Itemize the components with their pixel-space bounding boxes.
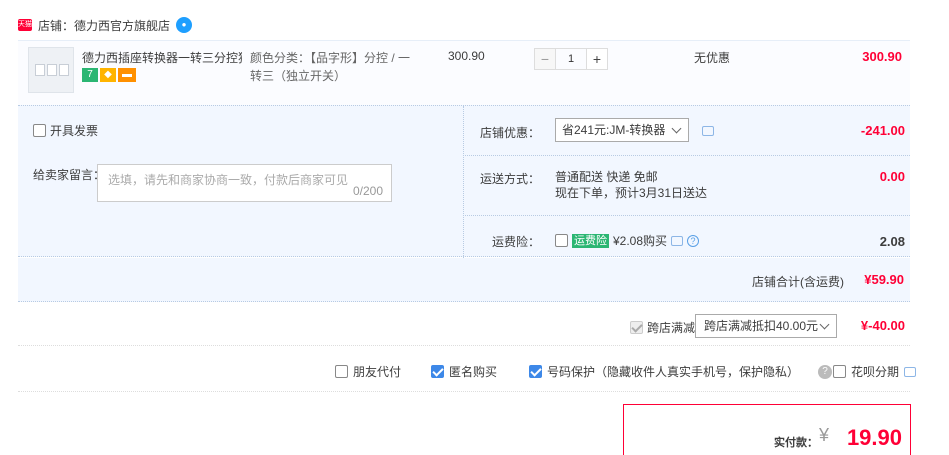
decrease-quantity-button[interactable]: − <box>534 48 556 70</box>
shipping-row: 运送方式： 普通配送 快递 免邮 现在下单，预计3月31日送达 0.00 <box>465 156 910 216</box>
shop-coupon-value: -241.00 <box>860 123 905 138</box>
message-placeholder: 选填，请先和商家协商一致，付款后商家可见 <box>108 173 349 187</box>
right-pane: 店铺优惠： 省241元:JM-转换器 -241.00 运送方式： 普通配送 快递… <box>465 106 910 258</box>
credit-card-icon: ▬ <box>118 68 136 82</box>
huabei-label: 花呗分期 <box>851 365 900 379</box>
sku-info: 颜色分类：【品字形】分控 / 一转三（独立开关） <box>250 51 411 83</box>
chevron-down-icon <box>671 123 682 134</box>
shop-total-label: 店铺合计(含运费) <box>752 275 844 289</box>
shipping-value: 0.00 <box>879 169 905 184</box>
shipping-info: 普通配送 快递 免邮 现在下单，预计3月31日送达 <box>555 169 707 201</box>
help-icon[interactable]: ? <box>818 364 833 379</box>
message-counter: 0/200 <box>352 184 383 198</box>
anonymous-checkbox[interactable] <box>431 365 444 378</box>
friend-pay-label: 朋友代付 <box>353 365 402 379</box>
number-protect-checkbox[interactable] <box>529 365 542 378</box>
payment-amount: 19.90 <box>846 425 902 450</box>
friend-pay-checkbox[interactable] <box>335 365 348 378</box>
invoice-checkbox[interactable] <box>33 124 46 137</box>
cross-store-discount-row: 跨店满减 跨店满减抵扣40.00元 ¥-40.00 <box>18 308 910 346</box>
shop-coupon-select[interactable]: 省241元:JM-转换器 <box>555 118 689 142</box>
seven-day-return-icon: 7 <box>82 68 98 82</box>
delivery-estimate: 现在下单，预计3月31日送达 <box>555 186 708 200</box>
number-protect-option[interactable]: 号码保护（隐藏收件人真实手机号，保护隐私） ? <box>529 363 833 380</box>
chat-icon[interactable] <box>671 235 684 246</box>
chat-icon[interactable] <box>904 366 917 377</box>
payment-label: 实付款： <box>774 437 818 449</box>
insurance-label: 运费险： <box>491 235 540 249</box>
shop-header: 天猫 店铺：德力西官方旗舰店 ● <box>18 14 193 36</box>
friend-pay-option[interactable]: 朋友代付 <box>335 363 401 380</box>
shop-name[interactable]: 店铺：德力西官方旗舰店 <box>38 17 170 34</box>
cross-store-label: 跨店满减 <box>647 321 696 335</box>
chevron-down-icon <box>819 319 830 330</box>
quantity-input[interactable]: 1 <box>556 48 586 70</box>
cross-store-selected: 跨店满减抵扣40.00元 <box>704 319 819 333</box>
insurance-value: 2.08 <box>879 234 905 249</box>
tmall-logo: 天猫 <box>18 19 32 31</box>
cross-store-select[interactable]: 跨店满减抵扣40.00元 <box>695 314 837 338</box>
cross-store-value: ¥-40.00 <box>860 318 905 333</box>
increase-quantity-button[interactable]: + <box>586 48 608 70</box>
order-options-row: 朋友代付 匿名购买 号码保护（隐藏收件人真实手机号，保护隐私） ? 花呗分期 <box>18 350 917 392</box>
shop-coupon-selected: 省241元:JM-转换器 <box>562 123 666 137</box>
insurance-badge: 运费险 <box>572 233 609 248</box>
question-icon[interactable]: ? <box>687 234 700 247</box>
number-protect-label: 号码保护（隐藏收件人真实手机号，保护隐私） <box>547 365 800 379</box>
insurance-price: ¥2.08购买 <box>613 234 668 248</box>
shop-total-row: 店铺合计(含运费) ¥59.90 <box>18 258 910 302</box>
payment-summary: 实付款： ¥ 19.90 <box>623 404 911 455</box>
insurance-option[interactable]: 运费险 ¥2.08购买 ? <box>555 232 700 249</box>
chat-bubble-icon[interactable]: ● <box>176 17 193 33</box>
shop-total-value: ¥59.90 <box>864 272 904 287</box>
shipping-method: 普通配送 快递 免邮 <box>555 170 658 184</box>
shop-coupon-row: 店铺优惠： 省241元:JM-转换器 -241.00 <box>465 106 910 156</box>
quantity-stepper: − 1 + <box>534 48 608 70</box>
left-pane: 开具发票 给卖家留言： 选填，请先和商家协商一致，付款后商家可见 0/200 <box>18 106 464 258</box>
anonymous-option[interactable]: 匿名购买 <box>431 363 497 380</box>
service-badges: 7 ◆ ▬ <box>82 68 136 82</box>
seller-message-input[interactable]: 选填，请先和商家协商一致，付款后商家可见 0/200 <box>97 164 392 202</box>
product-title[interactable]: 德力西插座转换器一转三分控独... <box>82 49 242 66</box>
insurance-row: 运费险： 运费险 ¥2.08购买 ? 2.08 <box>465 216 910 258</box>
order-extra-block: 开具发票 给卖家留言： 选填，请先和商家协商一致，付款后商家可见 0/200 店… <box>18 105 910 258</box>
guarantee-icon: ◆ <box>100 68 116 82</box>
shipping-label: 运送方式： <box>479 172 540 186</box>
insurance-checkbox[interactable] <box>555 234 568 247</box>
product-thumbnail[interactable] <box>28 47 74 93</box>
huabei-checkbox[interactable] <box>833 365 846 378</box>
unit-price: 300.90 <box>448 49 485 63</box>
invoice-label: 开具发票 <box>50 124 99 138</box>
chat-icon[interactable] <box>702 126 714 136</box>
anonymous-label: 匿名购买 <box>449 365 498 379</box>
cross-store-checkbox <box>630 321 643 335</box>
item-discount: 无优惠 <box>694 51 731 65</box>
message-label: 给卖家留言： <box>33 168 106 182</box>
order-item-row: 德力西插座转换器一转三分控独... 7 ◆ ▬ 颜色分类：【品字形】分控 / 一… <box>18 40 910 105</box>
payment-currency: ¥ <box>819 425 830 445</box>
shop-coupon-label: 店铺优惠： <box>479 126 540 140</box>
huabei-option[interactable]: 花呗分期 <box>833 363 917 380</box>
item-subtotal: 300.90 <box>862 49 902 64</box>
invoice-option[interactable]: 开具发票 <box>33 122 98 139</box>
